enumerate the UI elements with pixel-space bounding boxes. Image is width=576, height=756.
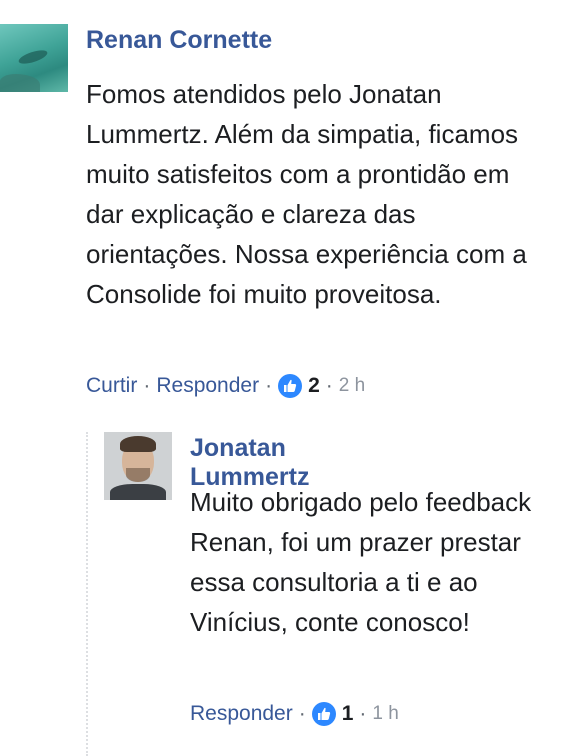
avatar-photo-detail	[17, 47, 49, 67]
reply-text: Muito obrigado pelo feedback Renan, foi …	[190, 487, 532, 637]
reply-thread-line	[86, 432, 88, 756]
separator: ·	[359, 702, 367, 725]
avatar-photo-detail	[0, 74, 40, 92]
like-button[interactable]: Curtir	[86, 374, 137, 398]
thumbs-up-icon[interactable]	[311, 702, 336, 726]
avatar-photo-detail	[120, 436, 156, 452]
comment-author-link[interactable]: Renan Cornette	[86, 26, 272, 55]
comment-actions: Curtir · Responder · 2 · 2 h	[86, 374, 365, 398]
reply-actions: Responder · 1 · 1 h	[190, 702, 399, 726]
separator: ·	[325, 374, 333, 397]
reply-button[interactable]: Responder	[190, 702, 293, 726]
avatar[interactable]	[0, 24, 68, 92]
reaction-count[interactable]: 1	[342, 702, 354, 726]
reply-button[interactable]: Responder	[156, 374, 259, 398]
timestamp[interactable]: 2 h	[339, 375, 365, 397]
separator: ·	[265, 374, 273, 397]
separator: ·	[143, 374, 151, 397]
comment-text: Fomos atendidos pelo Jonatan Lummertz. A…	[86, 79, 527, 309]
avatar-photo-detail	[126, 468, 150, 482]
avatar-photo-detail	[110, 484, 166, 500]
avatar[interactable]	[104, 432, 172, 500]
thumbs-up-icon[interactable]	[278, 374, 303, 398]
separator: ·	[298, 702, 306, 725]
timestamp[interactable]: 1 h	[372, 703, 398, 725]
reaction-count[interactable]: 2	[308, 374, 320, 398]
